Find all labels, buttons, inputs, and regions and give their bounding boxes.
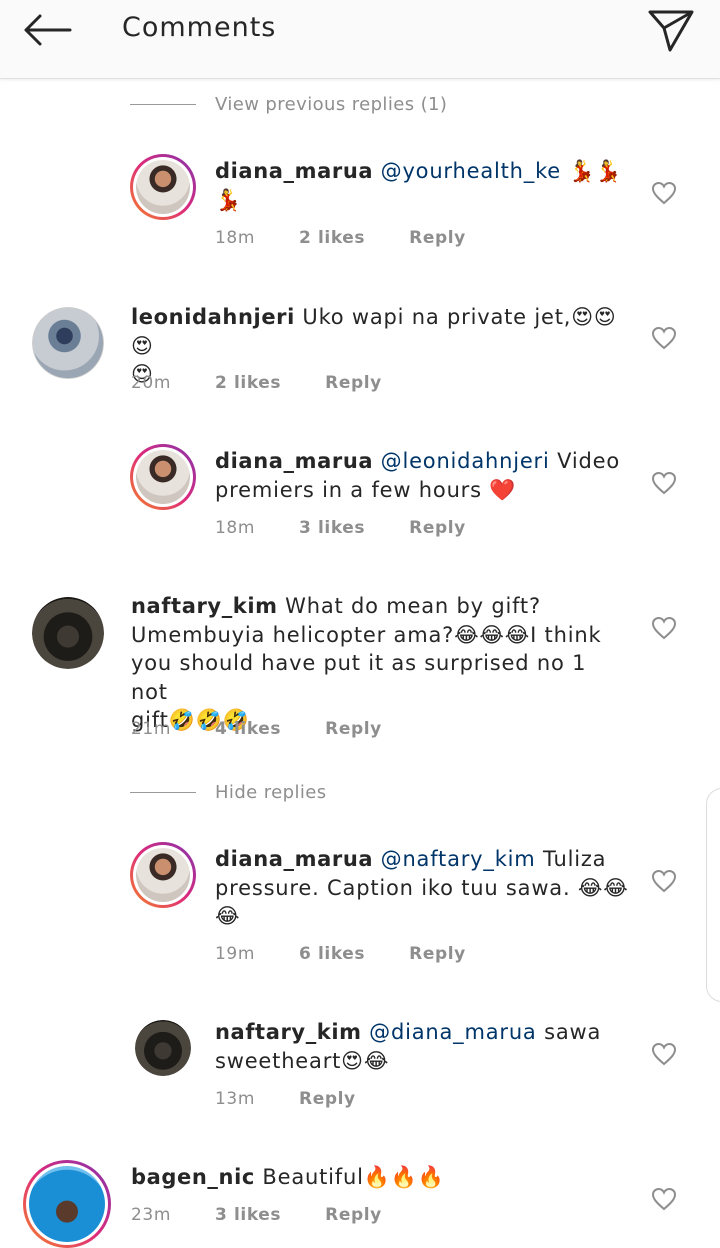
comment-meta: 13m Reply — [215, 1089, 356, 1109]
comment-body: Tuliza — [543, 847, 607, 871]
avatar[interactable] — [130, 842, 196, 908]
mention-link[interactable]: @diana_marua — [369, 1020, 536, 1044]
reply-button[interactable]: Reply — [409, 518, 466, 538]
comment-body-line2: pressure. Caption iko tuu sawa. 😂😂 — [215, 875, 629, 900]
avatar[interactable] — [32, 597, 104, 669]
page-title: Comments — [122, 12, 277, 43]
timestamp: 18m — [215, 228, 255, 248]
like-heart-icon[interactable] — [651, 1187, 677, 1211]
view-previous-replies[interactable]: View previous replies (1) — [130, 92, 447, 116]
timestamp: 20m — [131, 373, 171, 393]
mention-link[interactable]: @yourhealth_ke — [381, 159, 561, 183]
likes-count[interactable]: 6 likes — [299, 944, 365, 964]
avatar[interactable] — [32, 307, 104, 379]
avatar[interactable] — [130, 444, 196, 510]
avatar[interactable] — [130, 154, 196, 220]
comment-body-line3: you should have put it as surprised no 1… — [131, 651, 587, 704]
hide-replies-label: Hide replies — [215, 781, 327, 803]
comment-body: 💃💃 — [568, 159, 623, 183]
avatar[interactable] — [23, 1160, 111, 1248]
likes-count[interactable]: 4 likes — [215, 719, 281, 739]
divider — [130, 103, 196, 105]
comment-text: diana_marua @leonidahnjeri Video premier… — [215, 447, 705, 504]
reply-button[interactable]: Reply — [299, 1089, 356, 1109]
like-heart-icon[interactable] — [651, 471, 677, 495]
comment-text: diana_marua @yourhealth_ke 💃💃 💃 — [215, 157, 705, 214]
likes-count[interactable]: 2 likes — [215, 373, 281, 393]
timestamp: 19m — [215, 944, 255, 964]
divider — [130, 791, 196, 793]
timestamp: 13m — [215, 1089, 255, 1109]
reply-button[interactable]: Reply — [325, 373, 382, 393]
username[interactable]: naftary_kim — [131, 594, 278, 618]
paper-plane-icon[interactable] — [644, 6, 698, 54]
comment-body-line2: sweetheart😍😂 — [215, 1048, 390, 1073]
comment-meta: 18m 3 likes Reply — [215, 518, 466, 538]
username[interactable]: bagen_nic — [131, 1165, 255, 1189]
mention-link[interactable]: @leonidahnjeri — [381, 449, 550, 473]
comment-meta: 18m 2 likes Reply — [215, 228, 466, 248]
like-heart-icon[interactable] — [651, 1042, 677, 1066]
comment-body: What do mean by gift? — [285, 594, 541, 618]
reply-button[interactable]: Reply — [325, 719, 382, 739]
mention-link[interactable]: @naftary_kim — [381, 847, 536, 871]
username[interactable]: leonidahnjeri — [131, 305, 295, 329]
back-arrow-icon[interactable] — [20, 8, 76, 52]
likes-count[interactable]: 3 likes — [299, 518, 365, 538]
comment-meta: 20m 2 likes Reply — [131, 373, 382, 393]
likes-count[interactable]: 3 likes — [215, 1205, 281, 1225]
like-heart-icon[interactable] — [651, 616, 677, 640]
username[interactable]: diana_marua — [215, 847, 373, 871]
reply-button[interactable]: Reply — [409, 944, 466, 964]
timestamp: 21m — [131, 719, 171, 739]
comment-text: bagen_nic Beautiful🔥🔥🔥 — [131, 1163, 621, 1192]
comment-body: Video — [557, 449, 620, 473]
comment-body-line2: premiers in a few hours ❤️ — [215, 477, 517, 502]
comment-body-line2: 💃 — [215, 187, 242, 212]
reply-button[interactable]: Reply — [325, 1205, 382, 1225]
top-bar: Comments — [0, 0, 720, 79]
reply-button[interactable]: Reply — [409, 228, 466, 248]
like-heart-icon[interactable] — [651, 869, 677, 893]
comment-body-line3: 😂 — [215, 904, 241, 928]
timestamp: 18m — [215, 518, 255, 538]
comment-text: diana_marua @naftary_kim Tuliza pressure… — [215, 845, 705, 931]
timestamp: 23m — [131, 1205, 171, 1225]
like-heart-icon[interactable] — [651, 326, 677, 350]
comment-meta: 23m 3 likes Reply — [131, 1205, 382, 1225]
like-heart-icon[interactable] — [651, 181, 677, 205]
comment-body-line2: Umembuyia helicopter ama?😂😂😂I think — [131, 622, 602, 647]
comment-text: naftary_kim What do mean by gift? Umembu… — [131, 592, 621, 735]
likes-count[interactable]: 2 likes — [299, 228, 365, 248]
comment-meta: 19m 6 likes Reply — [215, 944, 466, 964]
comment-text: naftary_kim @diana_marua sawa sweetheart… — [215, 1018, 705, 1075]
hide-replies[interactable]: Hide replies — [130, 780, 327, 804]
view-previous-replies-label: View previous replies (1) — [215, 93, 448, 115]
comment-meta: 21m 4 likes Reply — [131, 719, 382, 739]
edge-panel-handle[interactable] — [706, 788, 720, 1002]
username[interactable]: naftary_kim — [215, 1020, 362, 1044]
comment-body: Beautiful🔥🔥🔥 — [262, 1165, 445, 1189]
username[interactable]: diana_marua — [215, 449, 373, 473]
avatar[interactable] — [135, 1020, 191, 1076]
username[interactable]: diana_marua — [215, 159, 373, 183]
comment-body: sawa — [544, 1020, 602, 1044]
